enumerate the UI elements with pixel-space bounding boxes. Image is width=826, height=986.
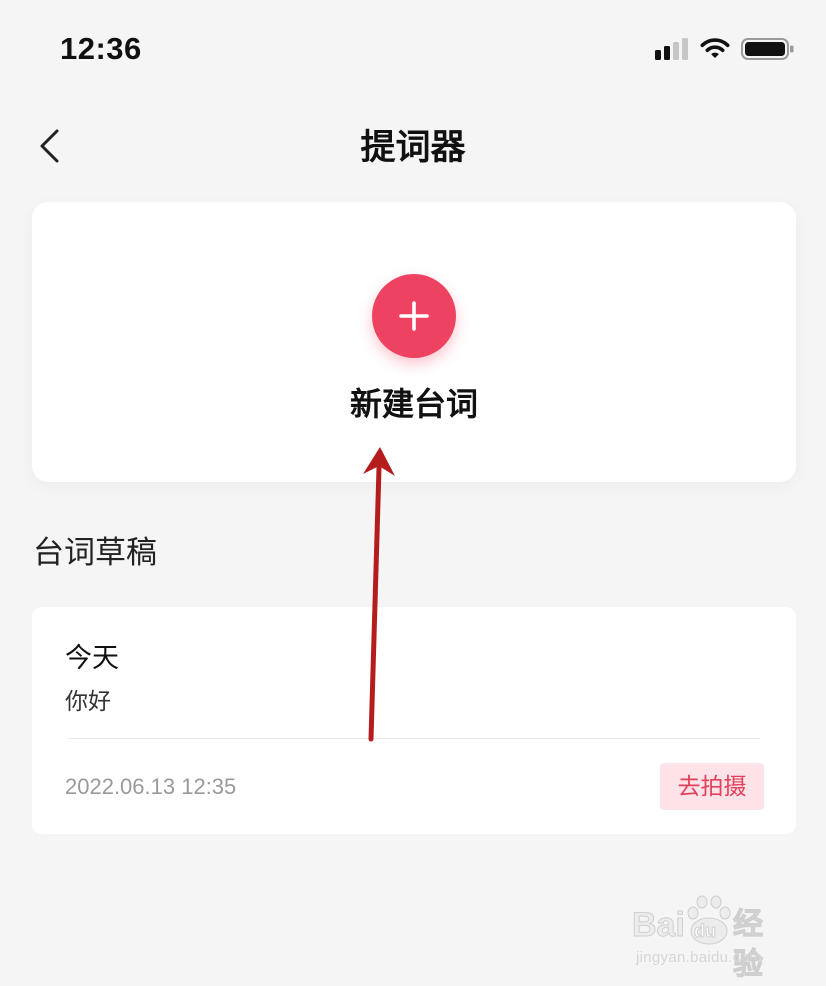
divider (68, 738, 760, 739)
new-script-button[interactable] (372, 274, 456, 358)
watermark-url: jingyan.baidu.com (636, 949, 763, 966)
wifi-icon (700, 38, 730, 58)
page-title: 提词器 (360, 128, 466, 167)
list-item[interactable]: 今天 你好 2022.06.13 12:35 去拍摄 (32, 607, 796, 834)
watermark-brand-right: 经验 (733, 908, 764, 982)
draft-title: 今天 (65, 643, 119, 673)
drafts-heading: 台词草稿 (33, 535, 157, 570)
new-script-label: 新建台词 (349, 386, 478, 422)
go-shoot-button[interactable]: 去拍摄 (660, 763, 764, 810)
status-time: 12:36 (60, 31, 142, 66)
signal-icon (655, 38, 688, 60)
new-script-card[interactable]: 新建台词 (32, 202, 796, 482)
watermark-brand-left: Bai (632, 906, 686, 945)
draft-content: 你好 (65, 688, 111, 714)
paw-icon (687, 895, 731, 945)
battery-icon (741, 38, 794, 60)
watermark-brand-paw: du (694, 921, 717, 942)
plus-icon (399, 301, 429, 331)
draft-timestamp: 2022.06.13 12:35 (65, 774, 237, 799)
watermark: Bai du 经验 jingyan.baidu.com (632, 893, 792, 982)
